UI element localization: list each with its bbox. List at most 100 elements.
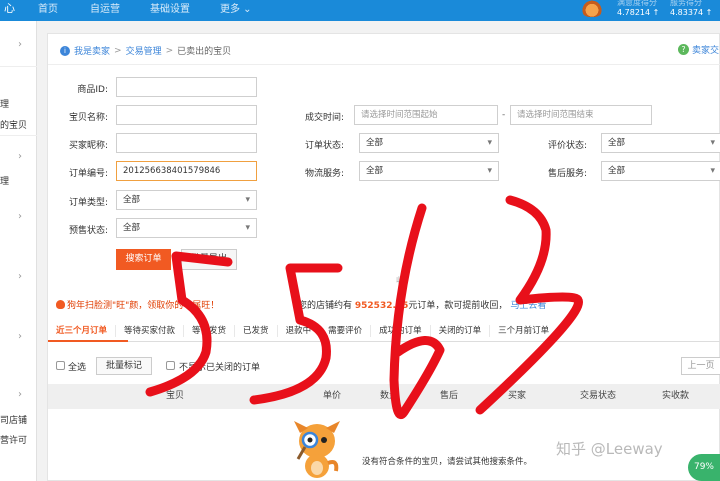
hide-closed-checkbox[interactable]	[166, 361, 175, 370]
buyer-nick-input[interactable]	[116, 133, 257, 153]
tab-awaiting-payment[interactable]: 等待买家付款	[116, 325, 185, 337]
header-divider	[48, 64, 720, 65]
item-name-input[interactable]	[116, 105, 257, 125]
logistics-label: 物流服务:	[304, 169, 344, 179]
list-toolbar: 全选 批量标记 不显示已关闭的订单 上一页	[48, 354, 720, 378]
item-id-label: 商品ID:	[77, 85, 108, 95]
collapse-toggle[interactable]: 收	[396, 275, 404, 286]
presale-select[interactable]: 全部	[116, 218, 257, 238]
select-all-checkbox[interactable]	[56, 361, 65, 370]
time-end-input[interactable]: 请选择时间范围结束	[510, 105, 652, 125]
order-no-label: 订单编号:	[68, 169, 108, 179]
breadcrumb-trade-manage[interactable]: 交易管理	[126, 44, 162, 57]
percent-badge[interactable]: 79%	[688, 454, 720, 481]
tab-needs-review[interactable]: 需要评价	[320, 325, 372, 337]
order-status-label: 订单状态:	[304, 141, 344, 151]
time-start-input[interactable]: 请选择时间范围起始	[354, 105, 498, 125]
help-label[interactable]: 卖家交	[692, 43, 719, 56]
review-status-select[interactable]: 全部	[601, 133, 720, 153]
sidebar-item-company-shop[interactable]: 司店铺	[0, 413, 27, 426]
breadcrumb-separator: >	[114, 45, 122, 56]
order-tabs: 近三个月订单 等待买家付款 等待发货 已发货 退款中 需要评价 成功的订单 关闭…	[48, 320, 720, 342]
brand-text: 心	[4, 2, 15, 15]
time-range-dash: -	[502, 110, 506, 120]
presale-label: 预售状态:	[68, 226, 108, 236]
chevron-right-icon[interactable]: ›	[18, 39, 22, 50]
question-icon: ?	[677, 44, 689, 55]
hide-closed-label: 不显示已关闭的订单	[179, 363, 261, 373]
select-all-label: 全选	[68, 363, 87, 373]
breadcrumb-seller[interactable]: 我是卖家	[74, 44, 110, 57]
notice-link[interactable]: 马上去看	[510, 301, 546, 311]
help-link[interactable]: ? 卖家交	[677, 43, 719, 56]
tab-closed[interactable]: 关闭的订单	[431, 325, 491, 337]
chevron-right-icon[interactable]: ›	[18, 211, 22, 222]
promo-banner[interactable]: 狗年扫脸测"旺"颜，领取你的专属旺！	[56, 298, 219, 311]
notice-suffix: 元订单，款可提前收回，	[408, 301, 508, 311]
chevron-right-icon[interactable]: ›	[18, 331, 22, 342]
seller-avatar[interactable]	[580, 0, 604, 17]
stat2-label: 服务得分	[670, 0, 702, 7]
notice-prefix: 您的店铺约有	[298, 301, 353, 311]
tab-shipped[interactable]: 已发货	[235, 325, 278, 337]
notice-amount: 952532.55	[354, 301, 409, 311]
item-id-input[interactable]	[116, 77, 257, 97]
sidebar-divider	[0, 135, 37, 136]
info-icon: i	[60, 45, 70, 56]
empty-message: 没有符合条件的宝贝，请尝试其他搜索条件。	[362, 457, 533, 467]
tab-awaiting-shipment[interactable]: 等待发货	[184, 325, 236, 337]
batch-mark-button[interactable]: 批量标记	[96, 357, 152, 375]
table-header: 宝贝 单价 数量 售后 买家 交易状态 实收款	[48, 384, 720, 409]
breadcrumb: i 我是卖家 > 交易管理 > 已卖出的宝贝	[60, 44, 231, 57]
sidebar-item-sold-items[interactable]: 的宝贝	[0, 118, 27, 131]
tab-refunding[interactable]: 退款中	[278, 325, 321, 337]
fire-icon	[56, 300, 65, 309]
breadcrumb-separator: >	[165, 45, 174, 56]
stat1-value: 4.78214 ↑	[617, 8, 660, 17]
sidebar-item-license[interactable]: 营许可	[0, 433, 27, 446]
chevron-right-icon[interactable]: ›	[18, 271, 22, 282]
top-nav-bar: 心 首页 自运营 基础设置 更多 ⌄ 满意度得分 4.78214 ↑ 服务得分 …	[0, 0, 720, 21]
search-orders-button[interactable]: 搜索订单	[116, 249, 171, 270]
order-type-select[interactable]: 全部	[116, 190, 257, 210]
nav-basic-settings[interactable]: 基础设置	[150, 0, 190, 15]
th-item: 宝贝	[166, 391, 185, 401]
tab-last-three-months[interactable]: 近三个月订单	[48, 325, 117, 337]
item-name-label: 宝贝名称:	[68, 113, 108, 123]
nav-home[interactable]: 首页	[38, 0, 58, 15]
prepay-notice: 您的店铺约有 952532.55元订单，款可提前收回， 马上去看	[298, 298, 546, 311]
tab-successful[interactable]: 成功的订单	[371, 325, 431, 337]
sidebar-divider	[0, 66, 37, 67]
stat2-value: 4.83374 ↑	[670, 8, 713, 17]
batch-export-button[interactable]: 批量导出	[181, 249, 237, 270]
th-quantity: 数量	[380, 391, 399, 401]
deal-time-label: 成交时间:	[304, 113, 344, 123]
breadcrumb-current: 已卖出的宝贝	[177, 47, 232, 57]
prev-page-button[interactable]: 上一页	[681, 357, 720, 375]
chevron-right-icon[interactable]: ›	[18, 389, 22, 400]
tab-older-orders[interactable]: 三个月前订单	[490, 325, 557, 337]
stat1-label: 满意度得分	[617, 0, 657, 7]
sidebar-item-manage[interactable]: 理	[0, 97, 9, 110]
th-received: 实收款	[662, 391, 690, 401]
aftersale-label: 售后服务:	[547, 169, 587, 179]
buyer-nick-label: 买家昵称:	[68, 141, 108, 151]
mascot-illustration	[294, 421, 340, 478]
order-no-input[interactable]: 201256638401579846	[116, 161, 257, 181]
th-buyer: 买家	[508, 391, 527, 401]
left-sidebar: › 理 的宝贝 › 理 › › › › 司店铺 营许可	[0, 21, 37, 481]
watermark-text: 知乎 @Leeway	[556, 440, 663, 458]
sidebar-item-manage-2[interactable]: 理	[0, 174, 9, 187]
th-unit-price: 单价	[323, 391, 342, 401]
order-type-label: 订单类型:	[68, 198, 108, 208]
promo-text[interactable]: 狗年扫脸测"旺"颜，领取你的专属旺！	[67, 301, 219, 311]
nav-self-operation[interactable]: 自运营	[90, 0, 120, 15]
nav-more[interactable]: 更多 ⌄	[220, 0, 252, 15]
logistics-select[interactable]: 全部	[359, 161, 499, 181]
aftersale-select[interactable]: 全部	[601, 161, 720, 181]
main-panel: i 我是卖家 > 交易管理 > 已卖出的宝贝 ? 卖家交 商品ID: 宝贝名称:…	[47, 33, 720, 481]
th-trade-status: 交易状态	[580, 391, 617, 401]
active-tab-indicator	[48, 340, 128, 342]
order-status-select[interactable]: 全部	[359, 133, 499, 153]
chevron-right-icon[interactable]: ›	[18, 151, 22, 162]
